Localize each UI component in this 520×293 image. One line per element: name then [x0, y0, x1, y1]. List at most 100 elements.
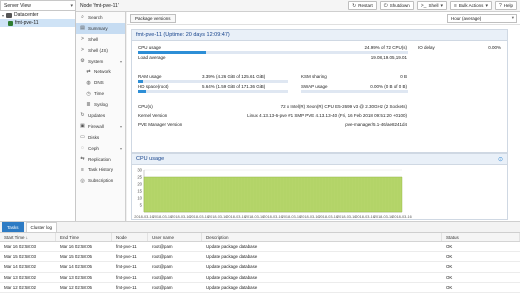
menu-item-label: Disks — [88, 134, 100, 140]
chevron-down-icon: ▾ — [511, 15, 514, 20]
menu-item-network[interactable]: ⇄ Network — [76, 66, 125, 77]
table-cell: fmt-pve-11 — [116, 284, 137, 290]
menu-item-updates[interactable]: ↻ Updates — [76, 110, 125, 121]
node-menu: ⌕ Search ▤ Summary > Shell > Shell (JS) ⚙ System ▾… — [76, 12, 126, 221]
x-tick-label: 2018-03-16 — [282, 215, 301, 219]
list-icon: ≡ — [454, 2, 457, 9]
table-cell: Mar 15 02:58:03 — [4, 254, 36, 260]
load-average-label: Load average — [138, 55, 166, 60]
tab-cluster-log[interactable]: Cluster log — [25, 222, 58, 232]
button-label: Shutdown — [389, 3, 410, 8]
table-cell: Mar 16 02:58:05 — [60, 244, 92, 250]
menu-item-firewall[interactable]: ▣ Firewall ▾ — [76, 121, 125, 132]
chevron-down-icon: ▾ — [119, 58, 122, 64]
menu-item-task-history[interactable]: ≡ Task History — [76, 164, 125, 175]
kernel-version-label: Kernel Version — [138, 113, 168, 118]
menu-item-dns[interactable]: ◍ DNS — [76, 77, 125, 88]
x-tick-label: 2018-03-16 — [263, 215, 282, 219]
menu-item-disks[interactable]: ▭ Disks — [76, 132, 125, 143]
column-header[interactable]: End Time — [56, 233, 112, 241]
table-cell: Update package database — [206, 254, 258, 260]
x-tick-label: 2018-03-16 — [392, 215, 411, 219]
kernel-version-value: Linux 4.13.13-6-pve #1 SMP PVE 4.13.13-4… — [247, 113, 407, 118]
column-header[interactable]: Node — [112, 233, 148, 241]
menu-item-system[interactable]: ⚙ System ▾ — [76, 56, 125, 67]
list-icon: ≣ — [86, 101, 91, 108]
menu-item-subscription[interactable]: ◎ Subscription — [76, 175, 125, 186]
shutdown-button[interactable]: ⏻ Shutdown — [379, 1, 414, 10]
table-cell: root@pam — [152, 264, 173, 270]
table-row[interactable]: Mar 12 02:58:02 Mar 12 02:58:05 fmt-pve-11… — [0, 283, 520, 293]
menu-item-label: Shell (JS) — [88, 47, 108, 53]
table-cell: root@pam — [152, 274, 173, 280]
x-tick-label: 2018-03-16 — [374, 215, 393, 219]
resource-tree: ▾ Datacenter fmt-pve-11 — [0, 11, 76, 221]
shell-button[interactable]: >_ Shell ▾ — [416, 1, 447, 10]
x-tick-label: 2018-03-16 — [171, 215, 190, 219]
menu-item-search[interactable]: ⌕ Search — [76, 12, 125, 23]
menu-item-label: System — [88, 58, 104, 64]
table-cell: Update package database — [206, 284, 258, 290]
table-row[interactable]: Mar 15 02:58:03 Mar 15 02:58:05 fmt-pve-11… — [0, 252, 520, 263]
x-tick-label: 2018-03-16 — [355, 215, 374, 219]
table-row[interactable]: Mar 16 02:58:03 Mar 16 02:58:05 fmt-pve-11… — [0, 242, 520, 253]
tab-tasks[interactable]: Tasks — [2, 222, 24, 232]
server-view-selector[interactable]: Server View ▾ — [0, 0, 76, 11]
column-header[interactable]: Status — [442, 233, 520, 241]
ram-usage-bar — [138, 80, 288, 83]
column-header[interactable]: Start Time ↓ — [0, 233, 56, 241]
table-cell: OK — [446, 244, 453, 250]
undo-zoom-icon[interactable]: ⊙ — [498, 156, 503, 163]
menu-item-label: Summary — [88, 25, 108, 31]
table-row[interactable]: Mar 14 02:58:02 Mar 14 02:58:05 fmt-pve-11… — [0, 262, 520, 273]
menu-item-time[interactable]: ◷ Time — [76, 88, 125, 99]
chevron-down-icon: ▾ — [119, 123, 122, 129]
tree-item-datacenter[interactable]: ▾ Datacenter — [0, 11, 75, 19]
chevron-down-icon: ▾ — [440, 2, 443, 9]
cpu-usage-bar — [138, 51, 408, 54]
bulk-actions-button[interactable]: ≡ Bulk Actions ▾ — [450, 1, 492, 10]
io-delay-label: IO delay — [418, 45, 435, 50]
expand-icon[interactable]: ▾ — [2, 13, 4, 18]
menu-item-syslog[interactable]: ≣ Syslog — [76, 99, 125, 110]
power-icon: ⏻ — [383, 2, 388, 9]
table-cell: OK — [446, 284, 453, 290]
restart-button[interactable]: ↻ Restart — [348, 1, 377, 10]
table-row[interactable]: Mar 13 02:58:02 Mar 13 02:58:05 fmt-pve-11… — [0, 273, 520, 283]
table-cell: Update package database — [206, 264, 258, 270]
help-button[interactable]: ? Help — [494, 1, 517, 10]
timeframe-select[interactable]: Hour (average) ▾ — [447, 13, 517, 23]
menu-item-summary[interactable]: ▤ Summary — [76, 22, 125, 34]
task-table-header: Start Time ↓ End Time Node User name Descrip… — [0, 233, 520, 242]
menu-item-ceph[interactable]: ◌ Ceph ▾ — [76, 143, 125, 154]
column-header[interactable]: Description — [202, 233, 442, 241]
table-cell: Mar 14 02:58:02 — [4, 264, 36, 270]
menu-item-shell[interactable]: > Shell — [76, 34, 125, 45]
cpu-usage-label: CPU usage — [138, 45, 162, 50]
table-cell: Mar 12 02:58:02 — [4, 284, 36, 290]
tree-item-node[interactable]: fmt-pve-11 — [0, 19, 75, 27]
y-tick-label: 15 — [137, 189, 142, 194]
datacenter-icon — [6, 12, 13, 18]
menu-item-label: Search — [88, 14, 103, 20]
column-header[interactable]: User name — [148, 233, 202, 241]
clock-icon: ◷ — [86, 90, 91, 97]
network-icon: ⇄ — [86, 68, 91, 75]
io-delay-value: 0.00% — [488, 45, 501, 50]
menu-item-label: Shell — [88, 36, 99, 42]
help-icon: ? — [498, 2, 502, 9]
package-versions-button[interactable]: Package versions — [130, 13, 176, 23]
menu-item-replication[interactable]: ⇆ Replication — [76, 154, 125, 165]
status-panel-header: fmt-pve-11 (Uptime: 20 days 12:09:47) — [132, 30, 507, 41]
y-tick-label: 5 — [140, 203, 143, 208]
menu-item-label: Ceph — [88, 145, 99, 151]
cpu-usage-panel-title: CPU usage — [136, 156, 165, 162]
terminal-icon: > — [81, 47, 84, 54]
y-tick-label: 20 — [137, 182, 142, 187]
cpus-label: CPU(s) — [138, 104, 153, 109]
page-title: Node 'fmt-pve-11' — [80, 2, 119, 9]
menu-item-shell-js-[interactable]: > Shell (JS) — [76, 45, 125, 56]
menu-item-label: Network — [94, 69, 111, 75]
ram-usage-label: RAM usage — [138, 74, 162, 79]
node-icon — [8, 20, 13, 26]
